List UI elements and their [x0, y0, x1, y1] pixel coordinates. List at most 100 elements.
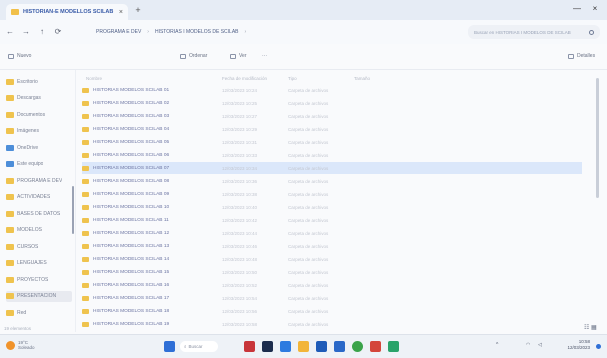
table-row[interactable]: HISTORIAS MODELOS SCILAB 16 12/03/2023 10… [82, 279, 582, 291]
file-date: 12/03/2023 10:33 [222, 152, 258, 158]
crumb-current[interactable]: HISTORIAS I MODELOS DE SCILAB [155, 29, 239, 35]
table-row[interactable]: HISTORIAS MODELOS SCILAB 18 12/03/2023 10… [82, 305, 582, 317]
table-row[interactable]: HISTORIAS MODELOS SCILAB 02 12/03/2023 10… [82, 97, 582, 109]
app-icon-3[interactable] [280, 341, 291, 352]
file-date: 12/03/2023 10:24 [222, 87, 258, 93]
sidebar-item-label: Imágenes [17, 128, 39, 134]
sidebar-item[interactable]: Red [6, 307, 72, 318]
tab-historias[interactable]: HISTORIAN-E MODELLOS SCILAB × [6, 4, 128, 20]
table-row[interactable]: HISTORIAS MODELOS SCILAB 03 12/03/2023 10… [82, 110, 582, 122]
new-tab-button[interactable]: + [133, 5, 143, 15]
file-name: HISTORIAS MODELOS SCILAB 11 [93, 217, 169, 223]
column-header-date[interactable]: Fecha de modificación [222, 76, 267, 81]
folder-icon [82, 256, 89, 262]
close-window-button[interactable]: × [590, 4, 600, 13]
new-button[interactable]: Nuevo [8, 53, 31, 59]
table-row[interactable]: HISTORIAS MODELOS SCILAB 07 12/03/2023 10… [82, 162, 582, 174]
file-type: Carpeta de archivos [288, 191, 329, 197]
file-date: 12/03/2023 10:42 [222, 217, 258, 223]
sidebar-item[interactable]: ACTIVIDADES [6, 192, 72, 203]
table-row[interactable]: HISTORIAS MODELOS SCILAB 06 12/03/2023 10… [82, 149, 582, 161]
nav-scrollbar[interactable] [72, 186, 74, 234]
table-row[interactable]: HISTORIAS MODELOS SCILAB 01 12/03/2023 10… [82, 84, 582, 96]
table-row[interactable]: HISTORIAS MODELOS SCILAB 09 12/03/2023 10… [82, 188, 582, 200]
table-row[interactable]: HISTORIAS MODELOS SCILAB 14 12/03/2023 10… [82, 253, 582, 265]
crumb-root[interactable]: PROGRAMA E DEV [96, 29, 141, 35]
refresh-button[interactable]: ⟳ [52, 26, 64, 38]
file-type: Carpeta de archivos [288, 139, 329, 145]
table-row[interactable]: HISTORIAS MODELOS SCILAB 04 12/03/2023 10… [82, 123, 582, 135]
table-row[interactable]: HISTORIAS MODELOS SCILAB 08 12/03/2023 10… [82, 175, 582, 187]
speaker-icon[interactable]: ◁ [538, 342, 542, 348]
wifi-icon[interactable]: ◠ [526, 342, 530, 348]
table-row[interactable]: HISTORIAS MODELOS SCILAB 10 12/03/2023 10… [82, 201, 582, 213]
file-type: Carpeta de archivos [288, 321, 329, 327]
start-icon[interactable] [164, 341, 175, 352]
sidebar-item[interactable]: Documentos [6, 109, 72, 120]
sidebar-item[interactable]: BASES DE DATOS [6, 208, 72, 219]
sidebar-item[interactable]: Descargas [6, 93, 72, 104]
taskbar-search[interactable]: ⌕ Buscar [180, 341, 218, 352]
table-row[interactable]: HISTORIAS MODELOS SCILAB 13 12/03/2023 10… [82, 240, 582, 252]
folder-icon [6, 293, 14, 299]
sidebar-item[interactable]: MODELOS [6, 225, 72, 236]
up-button[interactable]: ↑ [36, 26, 48, 38]
table-row[interactable]: HISTORIAS MODELOS SCILAB 17 12/03/2023 10… [82, 292, 582, 304]
back-button[interactable]: ← [4, 26, 16, 38]
sidebar-item[interactable]: Este equipo [6, 159, 72, 170]
breadcrumb[interactable]: PROGRAMA E DEV › HISTORIAS I MODELOS DE … [96, 25, 466, 39]
file-explorer-taskbar-icon[interactable] [298, 341, 309, 352]
table-row[interactable]: HISTORIAS MODELOS SCILAB 15 12/03/2023 10… [82, 266, 582, 278]
address-bar: ← → ↑ ⟳ PROGRAMA E DEV › HISTORIAS I MOD… [0, 20, 607, 44]
sidebar-item[interactable]: Escritorio [6, 76, 72, 87]
sidebar-item[interactable]: PROYECTOS [6, 274, 72, 285]
notification-dot[interactable] [596, 344, 601, 349]
cloud-icon [6, 144, 14, 151]
tray-chevron-icon[interactable]: ^ [496, 342, 498, 348]
column-header-name[interactable]: Nombre [86, 76, 102, 81]
status-text: 19 elementos [4, 326, 32, 331]
folder-icon [82, 308, 89, 314]
file-date: 12/03/2023 10:46 [222, 243, 258, 249]
app-icon-1[interactable] [244, 341, 255, 352]
view-toggle-icon[interactable]: ☷ ▦ [584, 324, 597, 331]
app-icon-8[interactable] [370, 341, 381, 352]
forward-button[interactable]: → [20, 26, 32, 38]
app-icon-2[interactable] [262, 341, 273, 352]
details-button[interactable]: Detalles [568, 53, 595, 59]
file-name: HISTORIAS MODELOS SCILAB 14 [93, 256, 170, 262]
column-header-type[interactable]: Tipo [288, 76, 297, 81]
table-row[interactable]: HISTORIAS MODELOS SCILAB 19 12/03/2023 10… [82, 318, 582, 330]
view-icon [230, 53, 236, 59]
file-date: 12/03/2023 10:25 [222, 100, 258, 106]
search-input[interactable]: Buscar en HISTORIAS I MODELOS DE SCILAB [468, 25, 600, 39]
sidebar-item[interactable]: PROGRAMA E DEV [6, 175, 72, 186]
sidebar-item-label: Red [17, 309, 27, 316]
table-row[interactable]: HISTORIAS MODELOS SCILAB 12 12/03/2023 10… [82, 227, 582, 239]
sort-button[interactable]: Ordenar [180, 53, 207, 59]
chrome-icon[interactable] [352, 341, 363, 352]
file-date: 12/03/2023 10:29 [222, 126, 258, 132]
sidebar-item[interactable]: PRESENTACION [6, 290, 72, 302]
app-icon-6[interactable] [334, 341, 345, 352]
table-row[interactable]: HISTORIAS MODELOS SCILAB 05 12/03/2023 10… [82, 136, 582, 148]
more-button[interactable]: ··· [262, 53, 267, 59]
sidebar-item[interactable]: CURSOS [6, 241, 72, 252]
app-icon-9[interactable] [388, 341, 399, 352]
taskbar-search-label: Buscar [188, 344, 203, 349]
tab-close-icon[interactable]: × [119, 9, 123, 16]
sidebar-item[interactable]: Imágenes [6, 126, 72, 137]
view-button[interactable]: Ver [230, 53, 247, 59]
minimize-button[interactable]: — [572, 4, 582, 13]
search-icon [589, 29, 594, 35]
scrollbar[interactable] [596, 78, 599, 198]
clock[interactable]: 10:58 12/03/2023 [560, 339, 590, 351]
sidebar-item[interactable]: OneDrive [6, 142, 72, 153]
column-header-size[interactable]: Tamaño [354, 76, 370, 81]
file-name: HISTORIAS MODELOS SCILAB 18 [93, 308, 170, 314]
sidebar-item-label: PROYECTOS [17, 276, 49, 283]
weather-widget[interactable]: 19°C Soleado [6, 340, 35, 350]
sidebar-item[interactable]: LENGUAJES [6, 258, 72, 269]
table-row[interactable]: HISTORIAS MODELOS SCILAB 11 12/03/2023 10… [82, 214, 582, 226]
app-icon-5[interactable] [316, 341, 327, 352]
